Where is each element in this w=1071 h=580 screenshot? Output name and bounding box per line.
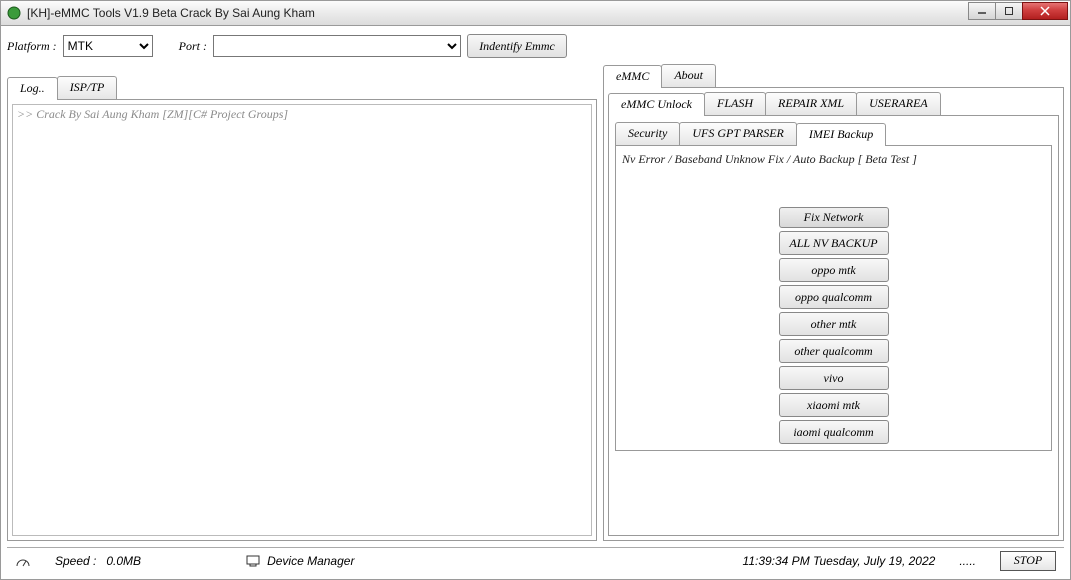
xiaomi-qualcomm-button[interactable]: iaomi qualcomm xyxy=(779,420,889,444)
titlebar: [KH]-eMMC Tools V1.9 Beta Crack By Sai A… xyxy=(0,0,1071,26)
tab-flash[interactable]: FLASH xyxy=(704,92,766,115)
minimize-button[interactable] xyxy=(968,2,996,20)
device-manager-link[interactable]: Device Manager xyxy=(267,554,354,568)
oppo-mtk-button[interactable]: oppo mtk xyxy=(779,258,889,282)
other-qualcomm-button[interactable]: other qualcomm xyxy=(779,339,889,363)
speed-value: 0.0MB xyxy=(106,554,141,568)
status-dots: ..... xyxy=(959,554,976,568)
xiaomi-mtk-button[interactable]: xiaomi mtk xyxy=(779,393,889,417)
stop-button[interactable]: STOP xyxy=(1000,551,1056,571)
device-manager-icon xyxy=(245,553,261,569)
left-tabstrip: Log.. ISP/TP xyxy=(7,76,597,99)
datetime: 11:39:34 PM Tuesday, July 19, 2022 xyxy=(743,554,936,568)
tab-ufs-gpt-parser[interactable]: UFS GPT PARSER xyxy=(679,122,797,145)
oppo-qualcomm-button[interactable]: oppo qualcomm xyxy=(779,285,889,309)
other-mtk-button[interactable]: other mtk xyxy=(779,312,889,336)
tab-log[interactable]: Log.. xyxy=(7,77,58,100)
right-mid-body: Security UFS GPT PARSER IMEI Backup Nv E… xyxy=(608,115,1059,536)
platform-label: Platform : xyxy=(7,39,57,54)
tab-about[interactable]: About xyxy=(661,64,716,87)
tab-imei-backup[interactable]: IMEI Backup xyxy=(796,123,886,146)
tab-emmc[interactable]: eMMC xyxy=(603,65,662,88)
platform-select[interactable]: MTK xyxy=(63,35,153,57)
vivo-button[interactable]: vivo xyxy=(779,366,889,390)
app-icon xyxy=(7,6,21,20)
right-inner-body: Nv Error / Baseband Unknow Fix / Auto Ba… xyxy=(615,145,1052,451)
right-top-body: eMMC Unlock FLASH REPAIR XML USERAREA Se… xyxy=(603,87,1064,541)
all-nv-backup-button[interactable]: ALL NV BACKUP xyxy=(779,231,889,255)
tab-isp-tp[interactable]: ISP/TP xyxy=(57,76,118,99)
status-bar: Speed : 0.0MB Device Manager 11:39:34 PM… xyxy=(7,547,1064,573)
speed-label: Speed : xyxy=(55,554,96,568)
window-controls xyxy=(969,2,1068,20)
imei-backup-description: Nv Error / Baseband Unknow Fix / Auto Ba… xyxy=(622,152,1045,167)
identify-emmc-button[interactable]: Indentify Emmc xyxy=(467,34,567,58)
log-area[interactable]: >> Crack By Sai Aung Kham [ZM][C# Projec… xyxy=(12,104,592,536)
port-label: Port : xyxy=(179,39,207,54)
window-title: [KH]-eMMC Tools V1.9 Beta Crack By Sai A… xyxy=(27,6,315,20)
right-top-tabstrip: eMMC About xyxy=(603,64,1064,87)
close-button[interactable] xyxy=(1022,2,1068,20)
tab-emmc-unlock[interactable]: eMMC Unlock xyxy=(608,93,705,116)
port-select[interactable] xyxy=(213,35,461,57)
app-body: Platform : MTK Port : Indentify Emmc Log… xyxy=(0,26,1071,580)
toolbar: Platform : MTK Port : Indentify Emmc xyxy=(7,32,1064,60)
speed-icon xyxy=(15,553,31,569)
fix-network-header: Fix Network xyxy=(779,207,889,228)
right-inner-tabstrip: Security UFS GPT PARSER IMEI Backup xyxy=(615,122,1052,145)
right-pane: eMMC About eMMC Unlock FLASH REPAIR XML … xyxy=(603,64,1064,541)
tab-userarea[interactable]: USERAREA xyxy=(856,92,941,115)
tab-repair-xml[interactable]: REPAIR XML xyxy=(765,92,857,115)
right-mid-tabstrip: eMMC Unlock FLASH REPAIR XML USERAREA xyxy=(608,92,1059,115)
main-row: Log.. ISP/TP >> Crack By Sai Aung Kham [… xyxy=(7,64,1064,541)
maximize-button[interactable] xyxy=(995,2,1023,20)
left-tab-body: >> Crack By Sai Aung Kham [ZM][C# Projec… xyxy=(7,99,597,541)
tab-security[interactable]: Security xyxy=(615,122,680,145)
fix-network-stack: Fix Network ALL NV BACKUP oppo mtk oppo … xyxy=(622,207,1045,444)
left-pane: Log.. ISP/TP >> Crack By Sai Aung Kham [… xyxy=(7,64,597,541)
